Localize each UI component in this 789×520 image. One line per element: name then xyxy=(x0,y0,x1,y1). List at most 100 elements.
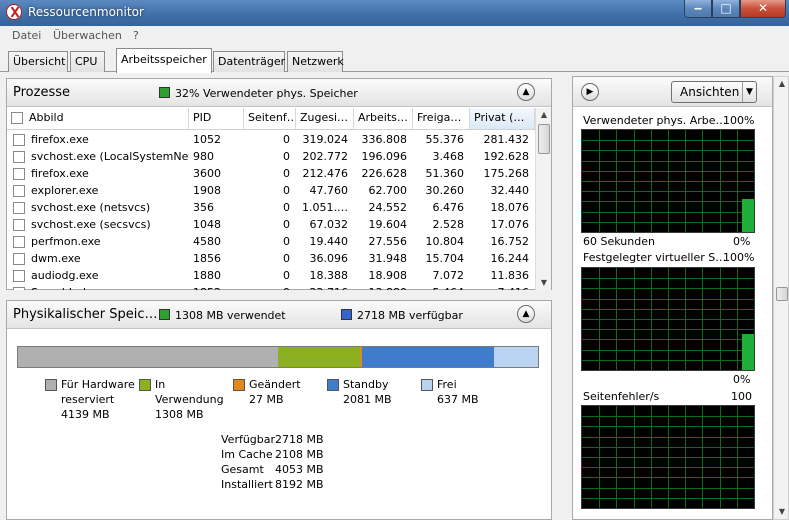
graph-1-timespan: 60 Sekunden xyxy=(583,235,655,248)
process-value-cell: 202.772 xyxy=(302,150,349,163)
process-value-cell: 16.752 xyxy=(490,235,530,248)
process-value-cell: 1.051.… xyxy=(302,201,348,214)
bar-segment-reserved xyxy=(18,347,278,367)
menu-ueberwachen[interactable]: Überwachen xyxy=(53,29,122,42)
process-value-cell: 67.032 xyxy=(309,218,349,231)
summary-value-cached: 2108 MB xyxy=(275,448,324,461)
legend-label-reserved: Für Hardware reserviert xyxy=(61,378,135,406)
processes-header[interactable]: Prozesse 32% Verwendeter phys. Speicher … xyxy=(7,79,551,107)
graphs-scrollbar[interactable]: ▲ ▼ xyxy=(773,76,789,520)
process-value-cell: 16.244 xyxy=(490,252,530,265)
scroll-down-arrow[interactable]: ▼ xyxy=(774,505,789,519)
process-value-cell: 18.076 xyxy=(490,201,530,214)
column-header-pagefaults[interactable]: Seitenf… xyxy=(244,108,296,130)
scroll-up-arrow[interactable]: ▲ xyxy=(774,77,789,91)
process-value-cell: 319.024 xyxy=(302,133,349,146)
scrollbar-thumb[interactable] xyxy=(776,287,788,301)
menu-datei[interactable]: Datei xyxy=(12,29,41,42)
legend-label-in-use: In Verwendung xyxy=(155,378,224,406)
process-checkbox[interactable] xyxy=(13,134,25,146)
used-stat: 1308 MB verwendet xyxy=(175,309,286,322)
dropdown-arrow-icon: ▼ xyxy=(742,82,756,102)
process-checkbox[interactable] xyxy=(13,151,25,163)
process-value-cell: 1880 xyxy=(193,269,221,282)
process-value-cell: 51.360 xyxy=(425,167,465,180)
available-stat: 2718 MB verfügbar xyxy=(357,309,463,322)
process-value-cell: 15.704 xyxy=(425,252,465,265)
process-value-cell: 192.628 xyxy=(483,150,530,163)
summary-value-available: 2718 MB xyxy=(275,433,324,446)
process-checkbox[interactable] xyxy=(13,185,25,197)
graph-1-usage-fill xyxy=(742,199,754,232)
phys-memory-swatch xyxy=(159,87,170,98)
scrollbar-thumb[interactable] xyxy=(538,124,550,154)
process-value-cell: 5.464 xyxy=(413,284,465,290)
bar-segment-free xyxy=(494,347,538,367)
available-swatch xyxy=(341,309,352,320)
scroll-up-arrow[interactable]: ▲ xyxy=(536,108,552,122)
process-value-cell: 3.468 xyxy=(432,150,465,163)
process-checkbox[interactable] xyxy=(13,253,25,265)
close-button[interactable]: ✕ xyxy=(740,0,786,18)
collapse-processes-button[interactable]: ▲ xyxy=(517,83,535,101)
select-all-checkbox[interactable] xyxy=(11,112,23,124)
expand-graphs-button[interactable]: ▶ xyxy=(581,83,599,101)
resource-monitor-icon xyxy=(6,4,22,20)
process-checkbox[interactable] xyxy=(13,270,25,282)
legend-swatch-free xyxy=(421,379,433,391)
views-dropdown[interactable]: Ansichten ▼ xyxy=(671,81,757,103)
tab-memory[interactable]: Arbeitsspeicher xyxy=(116,48,212,73)
column-header-pid[interactable]: PID xyxy=(189,108,244,130)
process-value-cell: 30.260 xyxy=(425,184,465,197)
collapse-physical-button[interactable]: ▲ xyxy=(517,305,535,323)
tab-network[interactable]: Netzwerk xyxy=(287,51,344,72)
process-name-cell: svchost.exe (secsvcs) xyxy=(31,218,151,231)
processes-stat: 32% Verwendeter phys. Speicher xyxy=(175,87,358,100)
process-checkbox[interactable] xyxy=(13,219,25,231)
process-checkbox[interactable] xyxy=(13,168,25,180)
summary-value-total: 4053 MB xyxy=(275,463,324,476)
process-table-scrollbar[interactable]: ▲ ▼ xyxy=(535,108,551,290)
column-header-shareable[interactable]: Freiga… xyxy=(413,108,470,130)
process-value-cell: 18.908 xyxy=(368,269,408,282)
graph-2-title: Festgelegter virtueller S… xyxy=(583,251,727,264)
column-header-private[interactable]: Privat (… xyxy=(470,108,535,130)
process-value-cell: 36.096 xyxy=(309,252,349,265)
process-value-cell: 6.476 xyxy=(432,201,465,214)
process-value-cell: 22.716 xyxy=(296,284,349,290)
process-value-cell: 0 xyxy=(283,218,290,231)
physical-memory-title: Physikalischer Speic… xyxy=(13,307,158,322)
graph-2-min: 0% xyxy=(733,373,751,386)
process-value-cell: 0 xyxy=(283,252,290,265)
process-checkbox[interactable] xyxy=(13,202,25,214)
process-value-cell: 19.604 xyxy=(368,218,408,231)
column-header-workingset[interactable]: Arbeits… xyxy=(354,108,413,130)
graph-2-svg xyxy=(582,268,754,370)
process-value-cell: 10.804 xyxy=(425,235,465,248)
process-value-cell: 175.268 xyxy=(483,167,530,180)
bar-segment-standby xyxy=(362,347,494,367)
menu-help[interactable]: ? xyxy=(133,29,139,42)
process-value-cell: 24.552 xyxy=(368,201,408,214)
tab-disk[interactable]: Datenträger xyxy=(213,51,285,72)
process-checkbox[interactable] xyxy=(13,287,25,290)
column-header-commit[interactable]: Zugesi… xyxy=(296,108,354,130)
used-swatch xyxy=(159,309,170,320)
minimize-button[interactable]: ‒ xyxy=(684,0,712,18)
maximize-button[interactable]: □ xyxy=(712,0,740,18)
process-checkbox[interactable] xyxy=(13,236,25,248)
chevron-right-icon: ▶ xyxy=(586,87,594,97)
legend-label-free: Frei xyxy=(437,378,457,391)
graph-1-min: 0% xyxy=(733,235,751,248)
process-value-cell: 281.432 xyxy=(483,133,530,146)
tab-overview[interactable]: Übersicht xyxy=(8,51,68,72)
memory-usage-bar xyxy=(17,346,539,368)
physical-memory-header[interactable]: Physikalischer Speic… 1308 MB verwendet … xyxy=(7,301,551,329)
tab-cpu[interactable]: CPU xyxy=(70,51,105,72)
column-header-image[interactable]: Abbild xyxy=(7,108,189,130)
process-value-cell: 0 xyxy=(283,201,290,214)
graphs-header: ▶ Ansichten ▼ xyxy=(573,77,772,107)
process-value-cell: 3600 xyxy=(193,167,221,180)
legend-label-standby: Standby xyxy=(343,378,389,391)
scroll-down-arrow[interactable]: ▼ xyxy=(536,276,552,290)
